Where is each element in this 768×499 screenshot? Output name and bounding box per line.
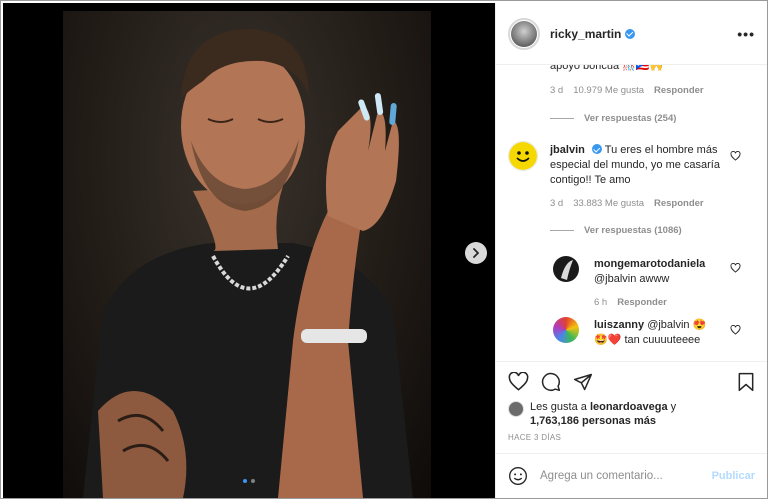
post-timestamp: HACE 3 DÍAS	[508, 433, 562, 442]
liker-avatar[interactable]	[508, 401, 524, 417]
portrait-illustration	[83, 29, 413, 498]
author-avatar[interactable]	[508, 17, 540, 50]
jbalvin-avatar[interactable]	[508, 141, 538, 171]
likes-text: Les gusta a leonardoavega y 1,763,186 pe…	[530, 400, 676, 428]
comment-time: 3 d	[550, 85, 564, 96]
comment-likes[interactable]: 10.979 Me gusta	[573, 85, 644, 96]
comment-composer: Publicar	[496, 453, 767, 498]
like-post-button[interactable]	[508, 372, 529, 392]
reply-meta: 6 h Responder	[594, 297, 667, 308]
comment-body: jbalvin Tu eres el hombre más especial d…	[550, 143, 730, 188]
emoji-button[interactable]	[508, 466, 528, 486]
comment-username[interactable]: jbalvin	[550, 144, 585, 156]
media-letterbox-left	[3, 3, 63, 498]
divider-line	[550, 230, 574, 231]
divider-line	[550, 118, 574, 119]
comment-likes[interactable]: 33.883 Me gusta	[573, 198, 644, 209]
author-username[interactable]: ricky_martin	[550, 27, 621, 41]
reply-time: 6 h	[594, 297, 608, 308]
view-replies-label: Ver respuestas (254)	[584, 113, 677, 124]
reply-button[interactable]: Responder	[617, 297, 667, 308]
post-sidebar: ricky_martin ••• apoyo boricua 🎊🇵🇷🙌 3 d …	[495, 3, 767, 498]
next-slide-button[interactable]	[465, 242, 487, 264]
post-header: ricky_martin •••	[496, 3, 767, 65]
comment-text: apoyo boricua 🎊🇵🇷🙌	[550, 65, 664, 72]
chevron-right-icon	[473, 248, 479, 258]
save-post-button[interactable]	[737, 372, 755, 397]
publish-button[interactable]: Publicar	[712, 470, 755, 482]
comment-time: 3 d	[550, 198, 564, 209]
comments-list: apoyo boricua 🎊🇵🇷🙌 3 d 10.979 Me gusta R…	[496, 65, 767, 361]
smiley-logo-icon	[509, 142, 537, 170]
reply-username[interactable]: mongemarotodaniela	[594, 258, 705, 270]
reply-username[interactable]: luiszanny	[594, 319, 644, 331]
liker-username[interactable]: leonardoavega	[590, 401, 668, 413]
share-button[interactable]	[573, 372, 593, 392]
view-replies-button[interactable]: Ver respuestas (1086)	[550, 225, 682, 236]
post-actions: Les gusta a leonardoavega y 1,763,186 pe…	[496, 361, 767, 428]
reply-body: luiszanny @jbalvin 😍 🤩❤️ tan cuuuuteeee	[594, 318, 729, 348]
verified-badge-icon	[591, 144, 602, 154]
comment-meta: 3 d 33.883 Me gusta Responder	[550, 198, 704, 209]
likes-summary: Les gusta a leonardoavega y 1,763,186 pe…	[508, 400, 676, 428]
like-reply-heart-icon[interactable]	[730, 263, 741, 273]
slide-indicator	[243, 479, 255, 483]
post-photo	[63, 11, 431, 498]
reply-avatar[interactable]	[553, 256, 579, 282]
view-replies-label: Ver respuestas (1086)	[584, 225, 682, 236]
slide-dot-2	[251, 479, 255, 483]
reply-avatar[interactable]	[553, 317, 579, 343]
likes-prefix: Les gusta a	[530, 401, 587, 413]
paper-plane-icon	[573, 373, 593, 391]
comment-meta: 3 d 10.979 Me gusta Responder	[550, 85, 704, 96]
bookmark-icon	[738, 372, 754, 392]
reply-body: mongemarotodaniela @jbalvin awww	[594, 257, 724, 287]
comment-bubble-icon	[541, 372, 561, 392]
heart-icon	[508, 372, 529, 391]
like-comment-heart-icon[interactable]	[730, 151, 741, 161]
reply-text: @jbalvin 😍	[647, 319, 707, 331]
comment-input[interactable]	[540, 470, 712, 482]
reply-text-continued: 🤩❤️ tan cuuuuteeee	[594, 334, 701, 346]
verified-badge-icon	[625, 28, 636, 39]
emoji-smiley-icon	[509, 467, 527, 485]
comment-button[interactable]	[541, 372, 561, 392]
like-reply-heart-icon[interactable]	[730, 325, 741, 335]
slide-dot-1	[243, 479, 247, 483]
avatar-photo-icon	[561, 260, 573, 280]
likes-count[interactable]: 1,763,186 personas más	[530, 415, 656, 427]
likes-conjunction: y	[670, 401, 677, 413]
reply-text: @jbalvin awww	[594, 273, 670, 285]
reply-button[interactable]: Responder	[654, 85, 704, 96]
post-media	[3, 3, 495, 498]
more-options-icon[interactable]: •••	[737, 26, 755, 42]
reply-button[interactable]: Responder	[654, 198, 704, 209]
view-replies-button[interactable]: Ver respuestas (254)	[550, 113, 676, 124]
action-icon-row	[508, 372, 593, 392]
post-dialog: ricky_martin ••• apoyo boricua 🎊🇵🇷🙌 3 d …	[0, 0, 768, 499]
